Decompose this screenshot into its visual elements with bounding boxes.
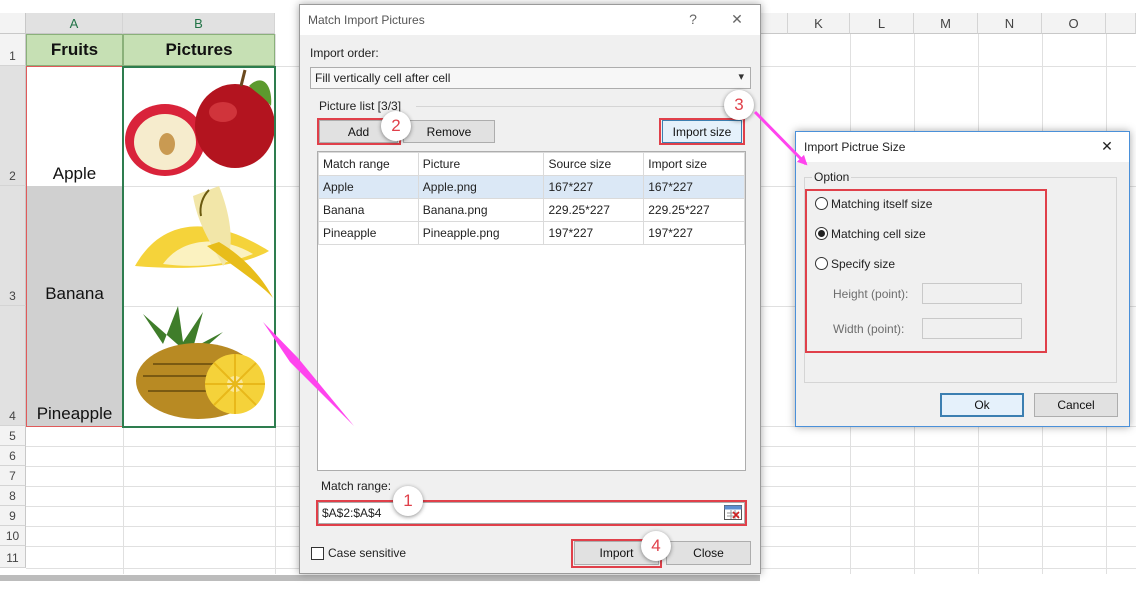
row-header-11[interactable]: 11 — [0, 546, 26, 568]
import-picture-size-dialog: Import Pictrue Size ✕ Option Matching it… — [795, 131, 1130, 427]
table-header-row: Match range Picture Source size Import s… — [318, 152, 745, 176]
dialog-title: Match Import Pictures — [308, 13, 425, 27]
row-header-6[interactable]: 6 — [0, 446, 26, 466]
step-badge-4: 4 — [641, 531, 671, 561]
pictures-selection-border — [122, 66, 276, 428]
cell-source-size: 229.25*227 — [543, 198, 645, 222]
column-header-a[interactable]: A — [26, 13, 123, 34]
horizontal-scrollbar[interactable] — [0, 575, 760, 581]
cell-source-size: 167*227 — [543, 175, 645, 199]
import-order-select[interactable]: Fill vertically cell after cell ▾ — [310, 67, 751, 89]
dialog-title-bar: Match Import Pictures ? ✕ — [300, 5, 760, 35]
select-all-corner[interactable] — [0, 13, 26, 34]
range-select-icon[interactable] — [724, 505, 742, 520]
cell-import-size: 197*227 — [643, 221, 745, 245]
import-order-value: Fill vertically cell after cell — [315, 71, 451, 85]
cell-match-range: Banana — [318, 198, 419, 222]
cell-picture: Banana.png — [417, 198, 545, 222]
table-row[interactable]: Apple Apple.png 167*227 167*227 — [318, 175, 745, 199]
close-icon[interactable]: ✕ — [728, 11, 746, 28]
help-icon[interactable]: ? — [684, 11, 702, 27]
picture-table: Match range Picture Source size Import s… — [318, 152, 745, 245]
row-header-5[interactable]: 5 — [0, 426, 26, 446]
cell-import-size: 229.25*227 — [643, 198, 745, 222]
cancel-button[interactable]: Cancel — [1034, 393, 1118, 417]
step-1-highlight — [316, 500, 747, 526]
match-range-label: Match range: — [321, 479, 392, 493]
radio-matching-cell-size[interactable] — [815, 227, 828, 240]
option-specify-size: Specify size — [831, 257, 896, 271]
row-header-10[interactable]: 10 — [0, 526, 26, 546]
step-badge-1: 1 — [393, 486, 423, 516]
group-divider — [416, 106, 752, 107]
step-badge-2: 2 — [381, 111, 411, 141]
close-icon[interactable]: ✕ — [1098, 138, 1116, 155]
column-header-m[interactable]: M — [914, 13, 978, 34]
col-picture[interactable]: Picture — [417, 152, 545, 176]
chevron-down-icon: ▾ — [738, 71, 744, 83]
col-match-range[interactable]: Match range — [318, 152, 419, 176]
column-header-n[interactable]: N — [978, 13, 1042, 34]
step-3-highlight — [659, 118, 745, 145]
row-header-4[interactable]: 4 — [0, 306, 26, 426]
column-header-o[interactable]: O — [1042, 13, 1106, 34]
ok-button[interactable]: Ok — [940, 393, 1024, 417]
cell-match-range: Pineapple — [318, 221, 419, 245]
radio-specify-size[interactable] — [815, 257, 828, 270]
cell-picture: Pineapple.png — [417, 221, 545, 245]
column-header-b[interactable]: B — [123, 13, 275, 34]
column-header-p[interactable] — [1106, 13, 1136, 34]
col-import-size[interactable]: Import size — [643, 152, 745, 176]
column-header-j[interactable] — [760, 13, 788, 34]
step-badge-3: 3 — [724, 90, 754, 120]
row-header-1[interactable]: 1 — [0, 34, 26, 66]
column-header-k[interactable]: K — [788, 13, 850, 34]
import-order-label: Import order: — [310, 46, 379, 60]
close-button[interactable]: Close — [666, 541, 751, 565]
picture-list-label: Picture list [3/3] — [319, 99, 402, 113]
cell-picture: Apple.png — [417, 175, 545, 199]
col-source-size[interactable]: Source size — [543, 152, 645, 176]
table-row[interactable]: Banana Banana.png 229.25*227 229.25*227 — [318, 198, 745, 222]
width-input[interactable] — [922, 318, 1022, 339]
row-header-3[interactable]: 3 — [0, 186, 26, 306]
width-label: Width (point): — [833, 322, 905, 336]
match-range-highlight — [26, 66, 123, 427]
cell-a1-fruits[interactable]: Fruits — [26, 34, 123, 66]
row-header-9[interactable]: 9 — [0, 506, 26, 526]
table-row[interactable]: Pineapple Pineapple.png 197*227 197*227 — [318, 221, 745, 245]
cell-source-size: 197*227 — [543, 221, 645, 245]
option-matching-cell-size: Matching cell size — [831, 227, 926, 241]
row-header-2[interactable]: 2 — [0, 66, 26, 186]
cell-b1-pictures[interactable]: Pictures — [123, 34, 275, 66]
dialog-title-bar: Import Pictrue Size ✕ — [796, 132, 1129, 162]
remove-button[interactable]: Remove — [403, 120, 495, 143]
match-import-pictures-dialog: Match Import Pictures ? ✕ Import order: … — [299, 4, 761, 574]
case-sensitive-label: Case sensitive — [328, 546, 407, 560]
option-label: Option — [812, 170, 852, 184]
cell-match-range: Apple — [318, 175, 419, 199]
row-header-8[interactable]: 8 — [0, 486, 26, 506]
case-sensitive-checkbox[interactable] — [311, 547, 324, 560]
dialog-title: Import Pictrue Size — [804, 140, 906, 154]
option-matching-itself-size: Matching itself size — [831, 197, 933, 211]
row-header-7[interactable]: 7 — [0, 466, 26, 486]
cell-import-size: 167*227 — [643, 175, 745, 199]
height-input[interactable] — [922, 283, 1022, 304]
height-label: Height (point): — [833, 287, 909, 301]
column-header-l[interactable]: L — [850, 13, 914, 34]
radio-matching-itself-size[interactable] — [815, 197, 828, 210]
